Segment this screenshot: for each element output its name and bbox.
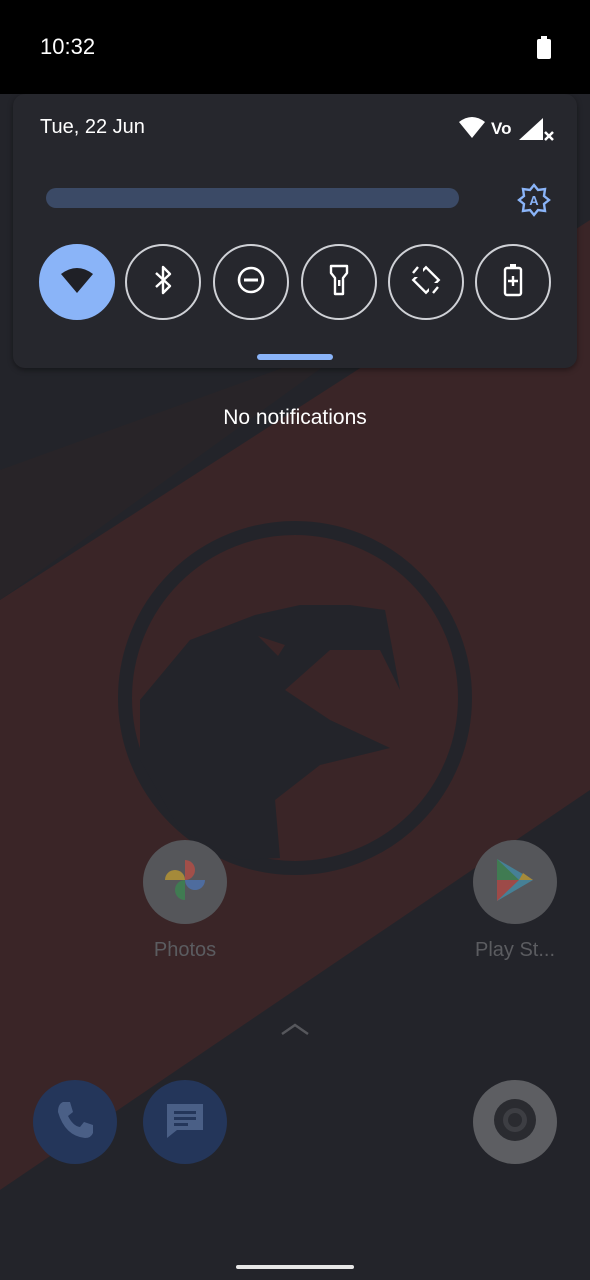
dock-messages[interactable] <box>143 1080 227 1164</box>
bluetooth-icon <box>151 263 175 302</box>
status-icons: Vo <box>457 114 557 147</box>
app-label-photos: Photos <box>153 939 217 961</box>
battery-icon <box>536 36 552 65</box>
navigation-handle[interactable] <box>236 1265 354 1269</box>
app-play-store[interactable] <box>473 840 557 924</box>
tile-auto-rotate[interactable] <box>388 244 464 320</box>
date-label: Tue, 22 Jun <box>40 116 145 138</box>
status-bar: 10:32 <box>0 0 590 94</box>
camera-icon <box>490 1095 540 1150</box>
play-store-icon <box>493 857 537 908</box>
volte-label: Vo <box>491 119 511 138</box>
photos-icon <box>160 855 210 910</box>
svg-text:A: A <box>529 193 539 208</box>
cell-signal-icon <box>519 118 554 141</box>
wifi-signal-icon <box>459 117 485 138</box>
no-notifications-text: No notifications <box>223 406 367 429</box>
app-photos[interactable] <box>143 840 227 924</box>
auto-rotate-icon <box>409 263 443 302</box>
chevron-up-icon[interactable] <box>280 1022 310 1041</box>
dock-camera[interactable] <box>473 1080 557 1164</box>
phone-icon <box>53 1098 97 1147</box>
tile-battery-saver[interactable] <box>475 244 551 320</box>
wifi-icon <box>60 266 94 299</box>
messages-icon <box>163 1100 207 1145</box>
battery-saver-icon <box>503 263 523 302</box>
app-label-play-store: Play St... <box>474 939 556 961</box>
tile-bluetooth[interactable] <box>125 244 201 320</box>
dock-phone[interactable] <box>33 1080 117 1164</box>
flashlight-icon <box>327 263 351 302</box>
tile-wifi[interactable] <box>39 244 115 320</box>
tile-flashlight[interactable] <box>301 244 377 320</box>
brightness-slider[interactable] <box>46 188 459 208</box>
expand-handle[interactable] <box>257 354 333 360</box>
clock: 10:32 <box>40 34 96 59</box>
do-not-disturb-icon <box>235 264 267 301</box>
tile-do-not-disturb[interactable] <box>213 244 289 320</box>
quick-settings-panel: Tue, 22 Jun Vo A <box>13 94 577 368</box>
auto-brightness-icon[interactable]: A <box>517 183 551 222</box>
